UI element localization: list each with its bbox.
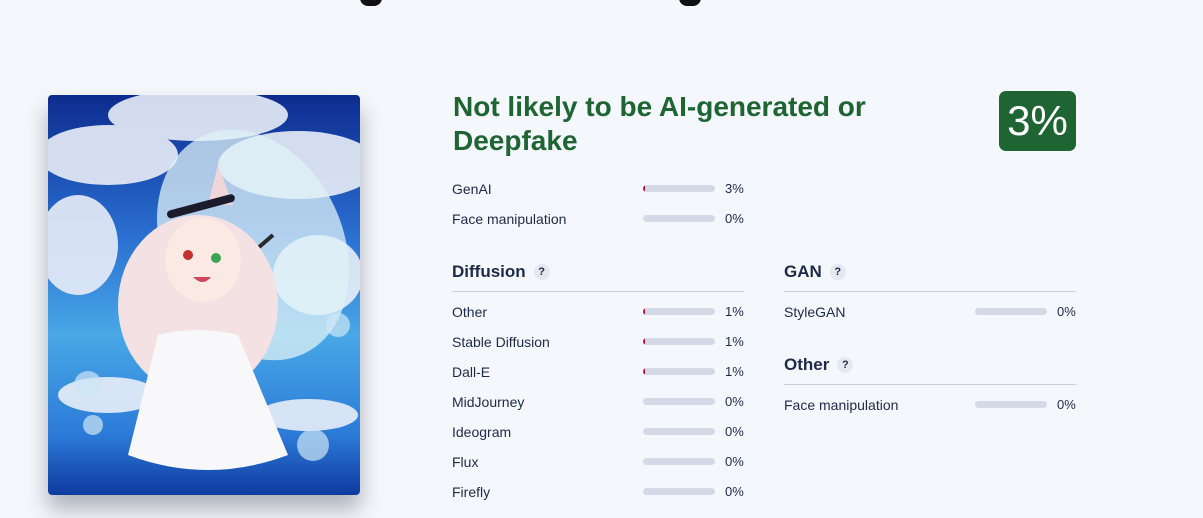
probability-bar <box>643 338 715 345</box>
help-icon[interactable]: ? <box>829 264 846 280</box>
probability-bar <box>643 458 715 465</box>
help-icon[interactable]: ? <box>837 357 854 373</box>
other-heading: Other? <box>784 353 854 377</box>
summary-row-genai: GenAI 3% <box>452 179 744 199</box>
analyzed-image <box>48 95 360 495</box>
probability-value: 0% <box>725 454 744 469</box>
other-row: Face manipulation 0% <box>784 395 1076 415</box>
model-label: Firefly <box>452 484 491 500</box>
probability-bar-fill <box>643 368 646 375</box>
probability-value: 0% <box>1057 397 1076 412</box>
probability-bar <box>643 308 715 315</box>
probability-bar <box>643 398 715 405</box>
verdict-title: Not likely to be AI-generated or Deepfak… <box>453 91 866 156</box>
probability-value: 0% <box>1057 304 1076 319</box>
probability-bar-fill <box>643 185 646 192</box>
summary-label: GenAI <box>452 181 492 197</box>
probability-value: 1% <box>725 304 744 319</box>
model-label: Flux <box>452 454 479 470</box>
model-label: Face manipulation <box>784 397 899 413</box>
probability-bar-fill <box>643 338 646 345</box>
model-label: StyleGAN <box>784 304 846 320</box>
probability-value: 1% <box>725 364 744 379</box>
model-label: Other <box>452 304 488 320</box>
section-divider <box>452 291 744 292</box>
help-icon[interactable]: ? <box>533 264 550 280</box>
section-divider <box>784 291 1076 292</box>
diffusion-row: Firefly 0% <box>452 482 744 502</box>
probability-value: 1% <box>725 334 744 349</box>
diffusion-row: Ideogram 0% <box>452 422 744 442</box>
probability-bar <box>975 308 1047 315</box>
summary-row-face-manipulation: Face manipulation 0% <box>452 209 744 229</box>
probability-value: 0% <box>725 394 744 409</box>
probability-value: 0% <box>725 211 744 226</box>
section-divider <box>784 384 1076 385</box>
diffusion-row: MidJourney 0% <box>452 392 744 412</box>
model-label: Dall-E <box>452 364 491 380</box>
model-label: Ideogram <box>452 424 512 440</box>
probability-bar <box>643 185 715 192</box>
score-badge: 3% <box>999 91 1076 151</box>
model-label: Stable Diffusion <box>452 334 550 350</box>
probability-bar <box>643 368 715 375</box>
summary-label: Face manipulation <box>452 211 567 227</box>
diffusion-heading: Diffusion? <box>452 260 550 284</box>
probability-bar <box>643 428 715 435</box>
probability-bar <box>643 215 715 222</box>
probability-value: 3% <box>725 181 744 196</box>
diffusion-row: Other 1% <box>452 302 744 322</box>
heading-glyph-fragment <box>679 0 701 6</box>
diffusion-heading-label: Diffusion <box>452 262 526 281</box>
probability-bar <box>643 488 715 495</box>
probability-bar-fill <box>643 308 646 315</box>
diffusion-row: Stable Diffusion 1% <box>452 332 744 352</box>
gan-row: StyleGAN 0% <box>784 302 1076 322</box>
probability-bar <box>975 401 1047 408</box>
diffusion-row: Dall-E 1% <box>452 362 744 382</box>
gan-heading: GAN? <box>784 260 846 284</box>
probability-value: 0% <box>725 424 744 439</box>
other-heading-label: Other <box>784 355 830 374</box>
heading-glyph-fragment <box>360 0 382 6</box>
probability-value: 0% <box>725 484 744 499</box>
gan-heading-label: GAN <box>784 262 822 281</box>
diffusion-row: Flux 0% <box>452 452 744 472</box>
model-label: MidJourney <box>452 394 525 410</box>
